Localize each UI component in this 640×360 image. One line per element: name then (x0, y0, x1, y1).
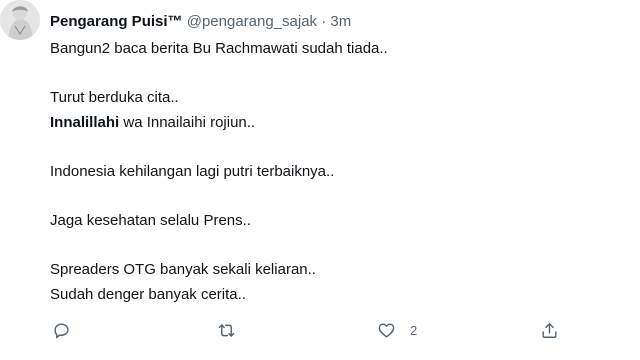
tweet-line: Bangun2 baca berita Bu Rachmawati sudah … (50, 40, 388, 57)
tweet-line: Innalillahi wa Innailaihi rojiun.. (50, 111, 620, 136)
separator-dot: · (321, 13, 327, 30)
like-button[interactable]: 2 (377, 316, 417, 344)
share-button[interactable] (540, 316, 559, 344)
reply-icon (54, 322, 69, 338)
avatar[interactable] (0, 0, 40, 40)
tweet-header: Pengarang Puisi™ @pengarang_sajak · 3m (50, 12, 351, 32)
action-bar: 2 (50, 316, 570, 344)
author-handle[interactable]: @pengarang_sajak (187, 13, 317, 30)
tweet-line-rest: wa Innailaihi rojiun.. (119, 113, 256, 131)
share-icon (542, 322, 557, 338)
like-count: 2 (410, 322, 418, 338)
tweet-line: Turut berduka cita.. (50, 89, 179, 107)
tweet-line: Indonesia kehilangan lagi putri terbaikn… (50, 162, 335, 180)
reply-button[interactable] (52, 316, 71, 344)
tweet-line: Sudah denger banyak cerita.. (50, 285, 246, 303)
tweet-line: Spreaders OTG banyak sekali keliaran.. (50, 261, 316, 279)
bold-word: Innalillahi (50, 113, 120, 131)
author-display-name[interactable]: Pengarang Puisi™ (50, 13, 183, 30)
heart-icon (378, 322, 395, 338)
retweet-icon (218, 323, 235, 337)
retweet-button[interactable] (217, 316, 236, 344)
tweet-text: Bangun2 baca berita Bu Rachmawati sudah … (50, 37, 620, 308)
tweet: Pengarang Puisi™ @pengarang_sajak · 3m B… (0, 0, 640, 360)
tweet-line: Jaga kesehatan selalu Prens.. (50, 212, 251, 230)
timestamp[interactable]: 3m (330, 13, 351, 30)
